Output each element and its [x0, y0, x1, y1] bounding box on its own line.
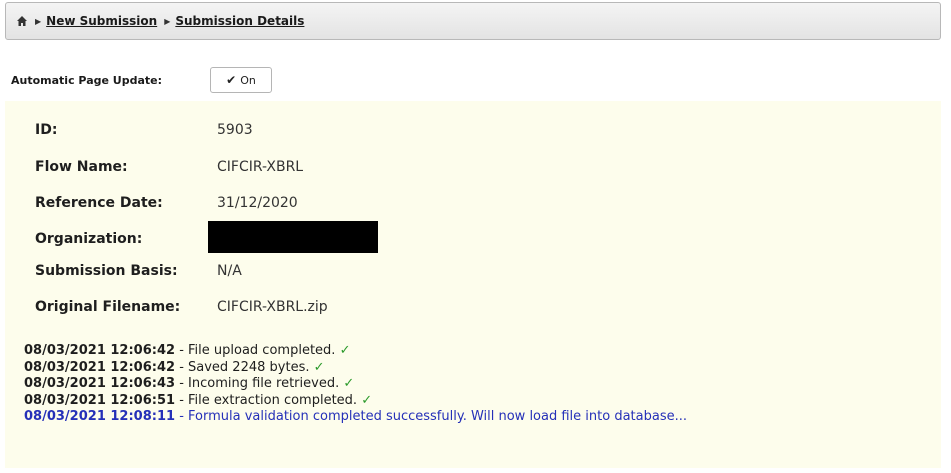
log-line: 08/03/2021 12:06:43 - Incoming file retr… [24, 376, 687, 393]
log-timestamp: 08/03/2021 12:06:51 [24, 392, 176, 408]
log-timestamp: 08/03/2021 12:06:43 [24, 376, 176, 391]
log-message: - File upload completed. [175, 343, 340, 358]
check-icon: ✔ [226, 73, 237, 87]
auto-update-toggle-button[interactable]: ✔ On [210, 67, 272, 93]
breadcrumb-separator-icon: ▶ [35, 16, 42, 26]
check-icon: ✓ [339, 343, 351, 358]
log-timestamp: 08/03/2021 12:06:42 [24, 359, 176, 375]
log-message: - Formula validation completed successfu… [175, 409, 687, 424]
detail-value: N/A [217, 263, 242, 279]
breadcrumb: ▶ New Submission ▶ Submission Details [5, 2, 941, 40]
detail-label: Original Filename: [35, 299, 181, 315]
check-icon: ✓ [313, 359, 325, 375]
check-icon: ✓ [343, 376, 355, 391]
detail-label: ID: [35, 122, 58, 138]
detail-label: Organization: [35, 231, 143, 247]
log-message: - File extraction completed. [175, 392, 362, 408]
log-line: 08/03/2021 12:06:42 - File upload comple… [24, 343, 687, 360]
breadcrumb-new-submission[interactable]: New Submission [46, 14, 157, 28]
breadcrumb-submission-details[interactable]: Submission Details [175, 14, 304, 28]
detail-value: CIFCIR-XBRL.zip [217, 299, 328, 315]
auto-update-label: Automatic Page Update: [11, 74, 162, 87]
log-message: - Saved 2248 bytes. [175, 359, 314, 375]
log-line: 08/03/2021 12:06:51 - File extraction co… [24, 393, 687, 410]
submission-details-panel: ID: 5903 Flow Name: CIFCIR-XBRL Referenc… [5, 101, 941, 468]
home-icon[interactable] [16, 15, 28, 27]
log-timestamp: 08/03/2021 12:08:11 [24, 409, 176, 424]
detail-label: Submission Basis: [35, 263, 178, 279]
log-line-info: 08/03/2021 12:08:11 - Formula validation… [24, 409, 687, 426]
detail-label: Flow Name: [35, 159, 128, 175]
detail-value: CIFCIR-XBRL [217, 159, 304, 175]
redacted-block [208, 221, 378, 253]
detail-value: 5903 [217, 122, 253, 138]
status-log: 08/03/2021 12:06:42 - File upload comple… [24, 343, 687, 426]
log-message: - Incoming file retrieved. [175, 376, 344, 391]
toggle-button-label: On [240, 73, 256, 87]
log-timestamp: 08/03/2021 12:06:42 [24, 343, 176, 358]
detail-label: Reference Date: [35, 195, 163, 211]
log-line: 08/03/2021 12:06:42 - Saved 2248 bytes. … [24, 360, 687, 377]
check-icon: ✓ [361, 392, 373, 408]
detail-value: 31/12/2020 [217, 195, 298, 211]
breadcrumb-separator-icon: ▶ [164, 16, 171, 26]
